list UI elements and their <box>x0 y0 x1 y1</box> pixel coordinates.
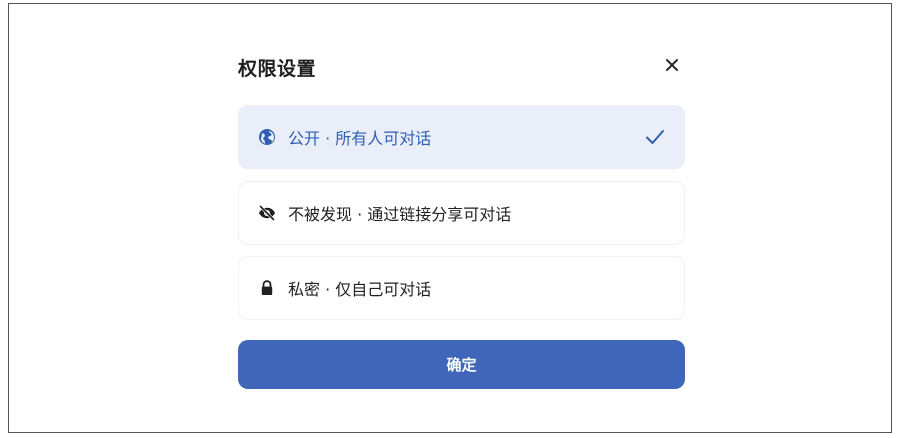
globe-icon <box>258 128 276 146</box>
close-button[interactable] <box>661 54 683 76</box>
option-unlisted[interactable]: 不被发现 · 通过链接分享可对话 <box>238 181 685 245</box>
lock-icon <box>258 279 276 297</box>
option-label: 私密 · 仅自己可对话 <box>288 280 432 299</box>
checkmark-icon <box>646 130 664 144</box>
close-icon <box>666 59 678 71</box>
dialog-title: 权限设置 <box>238 58 317 80</box>
confirm-button[interactable]: 确定 <box>238 340 685 389</box>
option-label: 不被发现 · 通过链接分享可对话 <box>288 205 512 224</box>
option-public[interactable]: 公开 · 所有人可对话 <box>238 105 685 169</box>
eye-off-icon <box>258 204 276 222</box>
permission-dialog: 权限设置 公开 · 所有人可对话 不被发现 · 通过链接分享可对话 私密 · 仅… <box>238 44 685 394</box>
option-private[interactable]: 私密 · 仅自己可对话 <box>238 256 685 320</box>
window-frame: 权限设置 公开 · 所有人可对话 不被发现 · 通过链接分享可对话 私密 · 仅… <box>8 3 892 433</box>
option-label: 公开 · 所有人可对话 <box>288 129 432 148</box>
